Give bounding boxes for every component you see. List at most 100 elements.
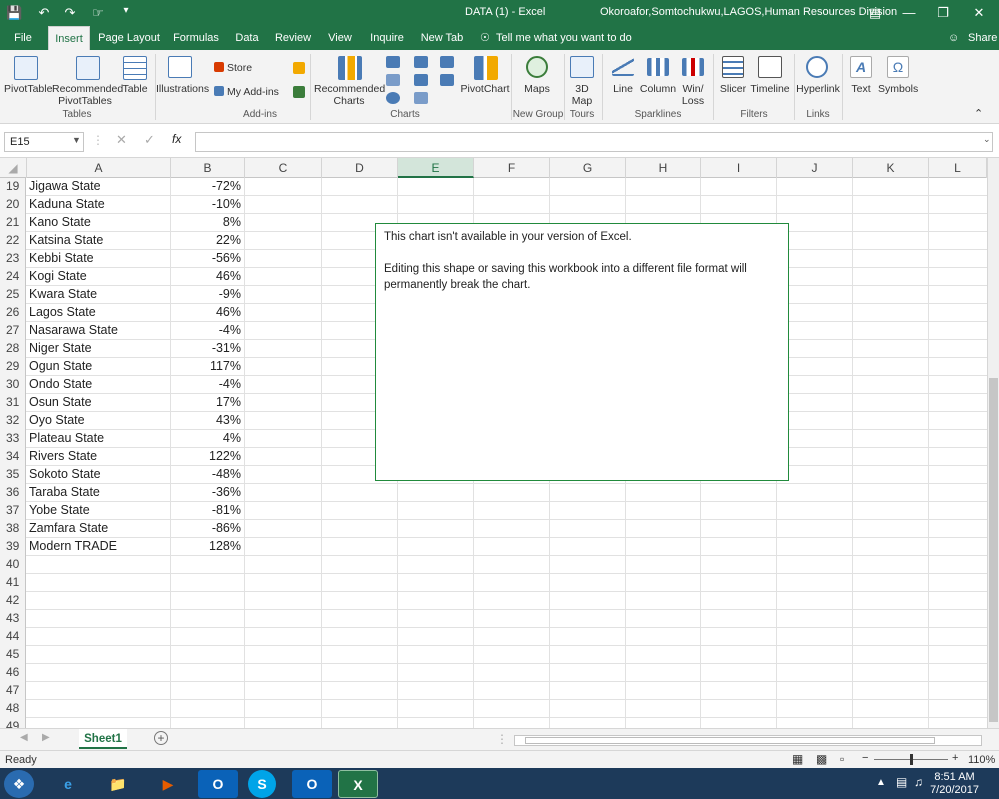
cell-b[interactable]: -72% [171,178,243,196]
zoom-level[interactable]: 110% [968,754,995,766]
people-graph-icon[interactable] [293,86,305,98]
tab-review[interactable]: Review [272,26,314,50]
cell-a[interactable]: Lagos State [27,304,169,322]
cell-b[interactable]: -86% [171,520,243,538]
cell-b[interactable]: -48% [171,466,243,484]
hierarchy-chart-icon[interactable] [386,74,400,86]
3d-map-button[interactable]: 3D [566,83,598,95]
column-header-j[interactable]: J [777,158,853,178]
outlook-icon-2[interactable]: O [292,770,332,798]
vertical-scrollbar[interactable] [987,158,999,728]
scroll-sheets-left-icon[interactable]: ◀ [20,732,28,743]
row-header[interactable]: 32 [0,412,26,430]
cell-a[interactable]: Jigawa State [27,178,169,196]
skype-icon[interactable]: S [248,770,276,798]
cell-b[interactable] [171,682,243,700]
cell-b[interactable]: 46% [171,268,243,286]
cell-b[interactable] [171,610,243,628]
line-sparkline-icon[interactable] [612,58,634,76]
cell-b[interactable] [171,646,243,664]
3d-map-icon[interactable] [570,56,594,78]
insert-function-icon[interactable]: fx [172,132,181,146]
show-hidden-icons-icon[interactable]: ▲ [876,777,886,788]
hyperlink-icon[interactable] [806,56,828,78]
row-header[interactable]: 43 [0,610,26,628]
cell-a[interactable] [27,718,169,728]
cell-b[interactable]: 117% [171,358,243,376]
cell-a[interactable]: Nasarawa State [27,322,169,340]
column-header-c[interactable]: C [245,158,322,178]
cell-a[interactable] [27,592,169,610]
cell-a[interactable]: Rivers State [27,448,169,466]
share-button[interactable]: Share [968,26,997,50]
cell-a[interactable]: Ondo State [27,376,169,394]
row-header[interactable]: 27 [0,322,26,340]
column-sparkline-button[interactable]: Column [638,83,678,95]
minimize-button[interactable]: — [892,0,926,26]
cell-a[interactable]: Yobe State [27,502,169,520]
row-header[interactable]: 34 [0,448,26,466]
cell-a[interactable]: Kogi State [27,268,169,286]
cell-b[interactable]: -9% [171,286,243,304]
row-header[interactable]: 45 [0,646,26,664]
undo-icon[interactable]: ↶ [36,5,52,21]
column-header-b[interactable]: B [171,158,245,178]
row-header[interactable]: 46 [0,664,26,682]
column-header-d[interactable]: D [322,158,398,178]
cell-b[interactable]: -81% [171,502,243,520]
cell-b[interactable] [171,556,243,574]
table-icon[interactable] [123,56,147,80]
splitter-icon[interactable]: ⋮ [496,732,508,746]
maps-icon[interactable] [526,56,548,78]
cell-a[interactable] [27,646,169,664]
row-header[interactable]: 36 [0,484,26,502]
symbols-icon[interactable]: Ω [887,56,909,78]
zoom-in-icon[interactable]: + [952,752,958,764]
cell-a[interactable]: Osun State [27,394,169,412]
slicer-button[interactable]: Slicer [716,83,750,95]
tab-data[interactable]: Data [230,26,264,50]
network-icon[interactable]: ▤ [896,775,907,789]
cell-b[interactable]: 46% [171,304,243,322]
tab-page-layout[interactable]: Page Layout [96,26,162,50]
cell-b[interactable] [171,700,243,718]
chart-placeholder[interactable]: This chart isn't available in your versi… [375,223,789,481]
pivottable-button[interactable]: PivotTable [4,83,52,95]
start-button-icon[interactable]: ❖ [4,770,34,798]
row-header[interactable]: 40 [0,556,26,574]
cell-b[interactable]: -10% [171,196,243,214]
row-header[interactable]: 42 [0,592,26,610]
cell-a[interactable] [27,610,169,628]
cell-a[interactable] [27,682,169,700]
cell-a[interactable]: Modern TRADE [27,538,169,556]
column-header-e[interactable]: E [398,158,474,178]
cell-a[interactable]: Plateau State [27,430,169,448]
tab-new-tab[interactable]: New Tab [418,26,466,50]
cell-b[interactable]: 4% [171,430,243,448]
hyperlink-button[interactable]: Hyperlink [796,83,840,95]
cell-a[interactable]: Kebbi State [27,250,169,268]
my-addins-icon[interactable] [214,86,224,96]
tab-view[interactable]: View [322,26,358,50]
table-button[interactable]: Table [118,83,152,95]
row-header[interactable]: 22 [0,232,26,250]
row-header[interactable]: 25 [0,286,26,304]
row-header[interactable]: 26 [0,304,26,322]
row-header[interactable]: 29 [0,358,26,376]
slicer-icon[interactable] [722,56,744,78]
combo-chart-icon[interactable] [440,74,454,86]
cell-b[interactable]: -4% [171,376,243,394]
file-explorer-icon[interactable]: 📁 [98,770,138,798]
row-header[interactable]: 31 [0,394,26,412]
cell-a[interactable]: Katsina State [27,232,169,250]
column-header-f[interactable]: F [474,158,550,178]
recommended-pivottables-button[interactable]: Recommended [52,83,123,95]
sheet-tab-sheet1[interactable]: Sheet1 [79,729,127,749]
cell-b[interactable]: -36% [171,484,243,502]
text-icon[interactable]: A [850,56,872,78]
horizontal-scrollbar[interactable] [514,735,982,746]
cell-a[interactable]: Kaduna State [27,196,169,214]
cell-b[interactable]: 17% [171,394,243,412]
timeline-button[interactable]: Timeline [748,83,792,95]
collapse-ribbon-icon[interactable]: ⌃ [974,108,983,120]
